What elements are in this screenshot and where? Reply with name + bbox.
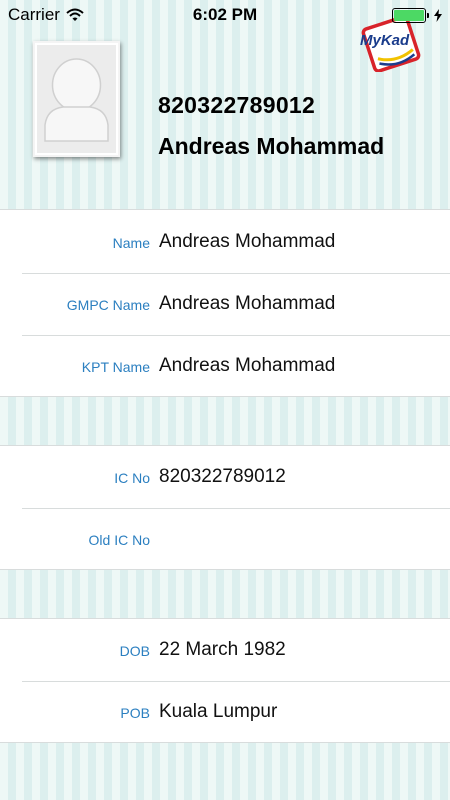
- row-label: KPT Name: [81, 359, 150, 375]
- bottom-spacer: [0, 742, 450, 800]
- battery-icon: [392, 8, 429, 23]
- names-section: Name Andreas Mohammad GMPC Name Andreas …: [0, 211, 450, 397]
- profile-header: MyKad 820322789012 Andreas Mohammad: [0, 0, 450, 210]
- row-value: Kuala Lumpur: [159, 701, 278, 722]
- detail-row-dob: DOB 22 March 1982: [0, 619, 450, 681]
- row-label: Name: [112, 235, 150, 251]
- svg-text:MyKad: MyKad: [360, 32, 410, 49]
- charging-bolt-icon: [434, 9, 442, 22]
- detail-row-old-ic-no: Old IC No: [0, 508, 450, 570]
- detail-row-name: Name Andreas Mohammad: [0, 211, 450, 273]
- detail-row-kpt-name: KPT Name Andreas Mohammad: [0, 335, 450, 397]
- row-label: Old IC No: [88, 532, 150, 548]
- row-value: Andreas Mohammad: [159, 293, 336, 314]
- ids-section: IC No 820322789012 Old IC No: [0, 446, 450, 570]
- battery-indicator: [392, 8, 442, 23]
- header-full-name: Andreas Mohammad: [158, 133, 385, 159]
- avatar-placeholder-icon: [44, 58, 109, 142]
- row-value: 22 March 1982: [159, 639, 286, 660]
- header-ic-number: 820322789012: [158, 92, 316, 118]
- section-spacer: [0, 569, 450, 619]
- detail-row-pob: POB Kuala Lumpur: [0, 681, 450, 743]
- profile-photo: [33, 41, 120, 157]
- row-value: 820322789012: [159, 466, 286, 487]
- row-label: DOB: [119, 643, 150, 659]
- birth-section: DOB 22 March 1982 POB Kuala Lumpur: [0, 619, 450, 743]
- row-label: POB: [120, 705, 150, 721]
- status-bar: Carrier 6:02 PM: [0, 0, 450, 30]
- row-value: Andreas Mohammad: [159, 355, 336, 376]
- row-value: Andreas Mohammad: [159, 231, 336, 252]
- detail-row-ic-no: IC No 820322789012: [0, 446, 450, 508]
- row-label: IC No: [114, 470, 150, 486]
- row-label: GMPC Name: [66, 297, 150, 313]
- section-spacer: [0, 396, 450, 446]
- detail-row-gmpc-name: GMPC Name Andreas Mohammad: [0, 273, 450, 335]
- status-time: 6:02 PM: [192, 5, 258, 24]
